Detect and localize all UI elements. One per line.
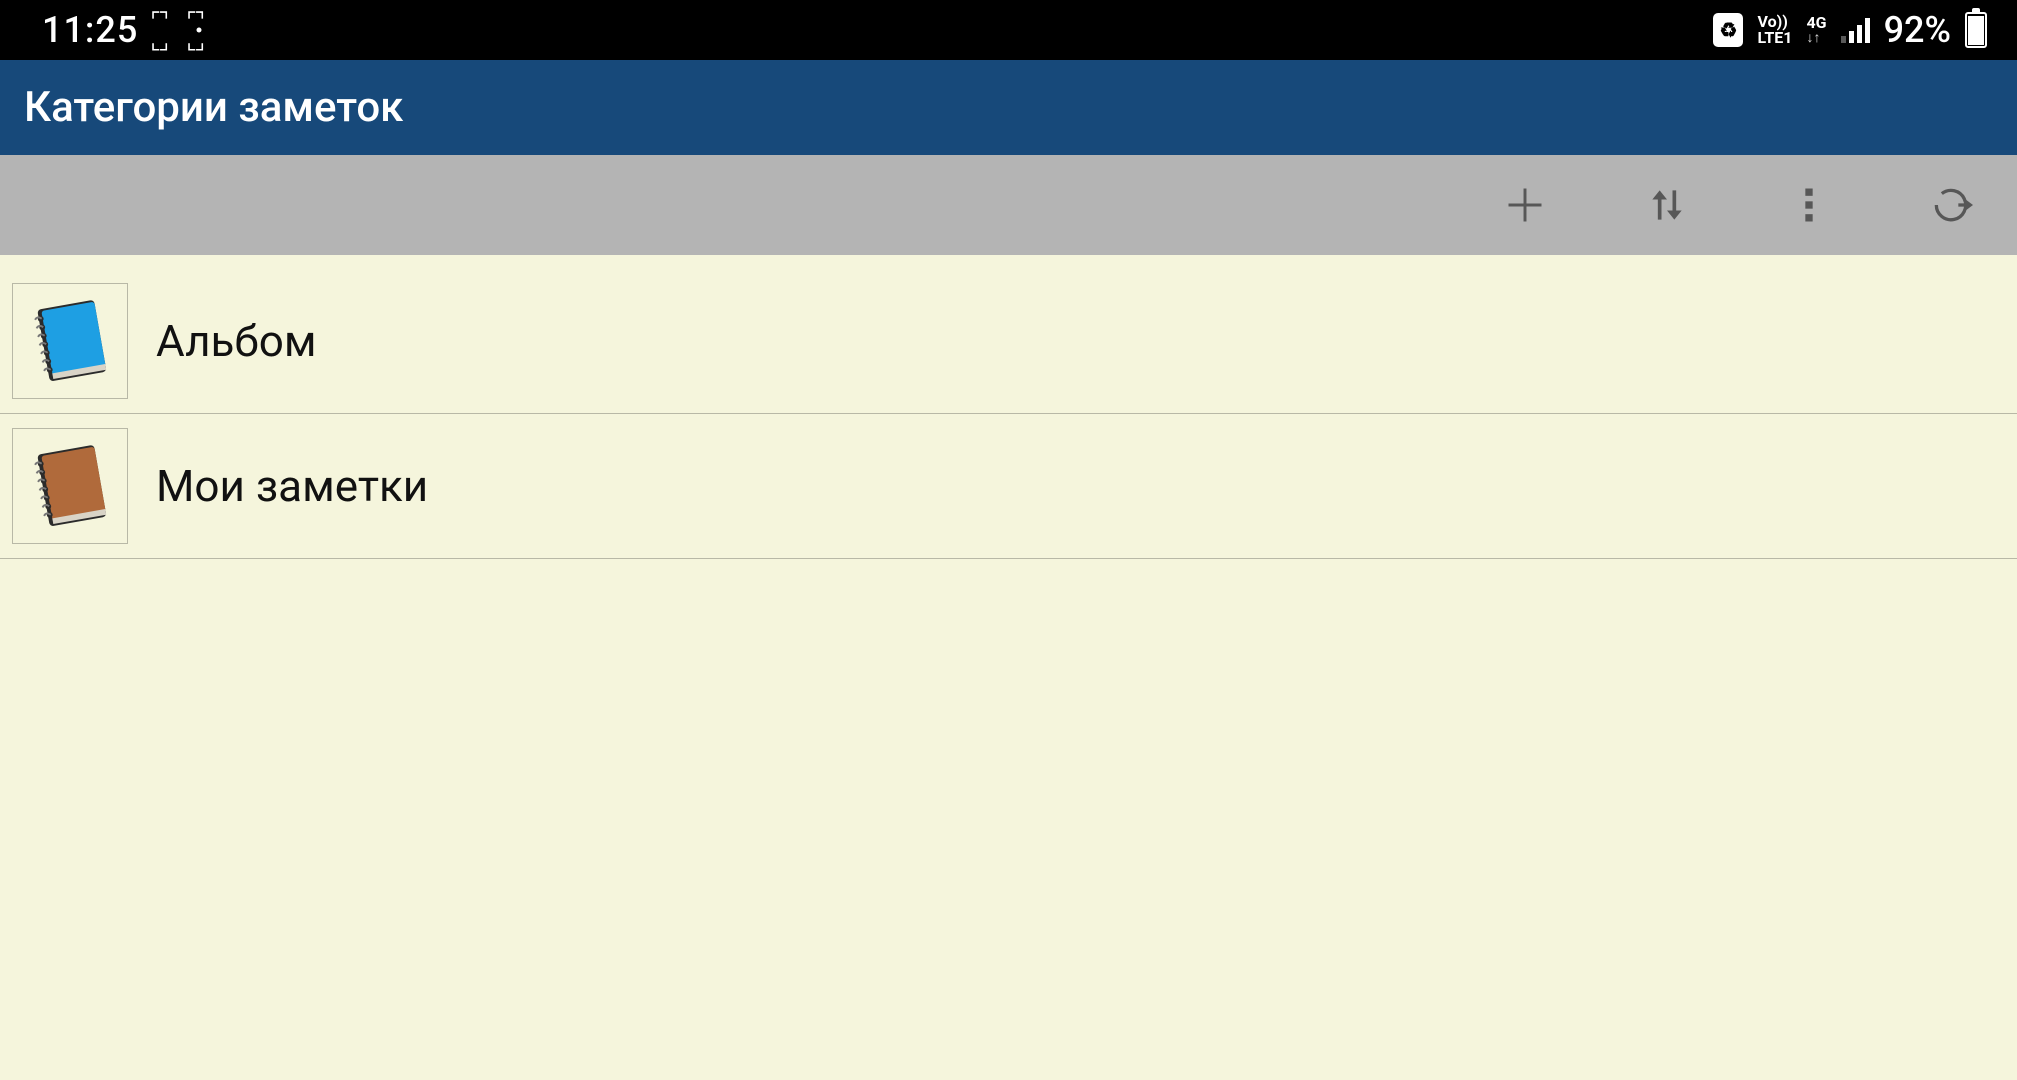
app-title-bar: Категории заметок [0, 60, 2017, 155]
notebook-icon [22, 438, 118, 534]
battery-icon [1965, 12, 1987, 48]
battery-percent: 92% [1884, 9, 1951, 51]
status-right: ♻ Vo)) LTE1 4G ↓↑ 92% [1713, 9, 1987, 51]
volte-bottom: LTE1 [1757, 30, 1792, 46]
exit-icon [1929, 183, 1973, 227]
exit-button[interactable] [1925, 179, 1977, 231]
sort-arrows-icon [1645, 183, 1689, 227]
add-button[interactable] [1499, 179, 1551, 231]
page-title: Категории заметок [24, 83, 403, 132]
more-vertical-icon [1787, 183, 1831, 227]
recycle-badge-icon: ♻ [1713, 13, 1743, 47]
notebook-blue-icon [12, 283, 128, 399]
action-toolbar [0, 155, 2017, 255]
category-label: Мои заметки [156, 460, 428, 512]
plus-icon [1503, 183, 1547, 227]
data-arrows-icon: ↓↑ [1806, 31, 1826, 45]
status-left: 11:25 [42, 9, 210, 51]
volte-indicator: Vo)) LTE1 [1757, 14, 1792, 46]
signal-icon [1841, 17, 1870, 43]
focus-icon [188, 19, 210, 41]
battery-fill [1968, 16, 1984, 45]
sort-button[interactable] [1641, 179, 1693, 231]
category-label: Альбом [156, 315, 317, 367]
status-bar: 11:25 ♻ Vo)) LTE1 4G ↓↑ 92% [0, 0, 2017, 60]
crop-icon [152, 19, 174, 41]
network-indicator: 4G ↓↑ [1806, 15, 1826, 45]
more-button[interactable] [1783, 179, 1835, 231]
category-item[interactable]: Мои заметки [0, 414, 2017, 559]
notebook-brown-icon [12, 428, 128, 544]
category-list: Альбом Мои заметки [0, 255, 2017, 559]
notebook-icon [22, 293, 118, 389]
status-time: 11:25 [42, 9, 138, 51]
network-gen: 4G [1806, 15, 1826, 31]
category-item[interactable]: Альбом [0, 269, 2017, 414]
